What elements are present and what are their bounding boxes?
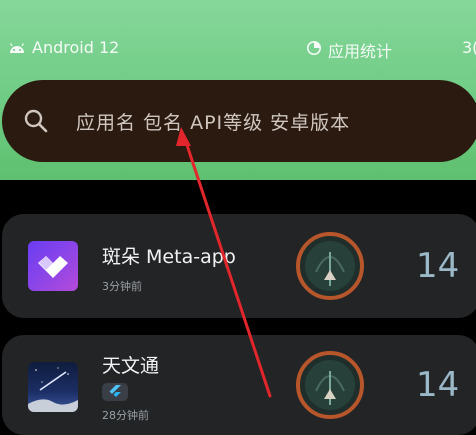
app-time: 3分钟前 xyxy=(102,280,142,293)
api-level: 14 xyxy=(416,365,460,405)
android-version-label: Android 12 xyxy=(8,38,119,57)
android-version-text: Android 12 xyxy=(32,38,120,57)
app-icon-bandou xyxy=(28,241,78,291)
truncated-header-text: 3( xyxy=(462,38,476,57)
search-icon xyxy=(22,107,50,139)
app-icon-tianwentong xyxy=(28,362,78,412)
app-name: 斑朵 Meta-app xyxy=(102,246,236,268)
search-bar[interactable]: 应用名 包名 API等级 安卓版本 xyxy=(2,80,476,162)
android-12-badge-icon xyxy=(296,351,364,419)
app-card[interactable]: 斑朵 Meta-app 3分钟前 14 xyxy=(2,214,476,318)
search-placeholder: 应用名 包名 API等级 安卓版本 xyxy=(76,112,351,134)
app-stats-label: 应用统计 xyxy=(328,42,393,61)
api-level: 14 xyxy=(416,246,460,286)
pie-chart-icon xyxy=(306,40,322,60)
app-stats-button[interactable]: 应用统计 xyxy=(306,38,392,62)
top-bar: Android 12 应用统计 3( xyxy=(0,36,476,62)
app-name: 天文通 xyxy=(102,355,160,377)
android-12-badge-icon xyxy=(296,232,364,300)
android-robot-icon xyxy=(8,42,26,54)
flutter-framework-icon xyxy=(102,383,128,401)
app-time: 28分钟前 xyxy=(102,409,149,422)
app-card[interactable]: 天文通 28分钟前 14 xyxy=(2,335,476,435)
